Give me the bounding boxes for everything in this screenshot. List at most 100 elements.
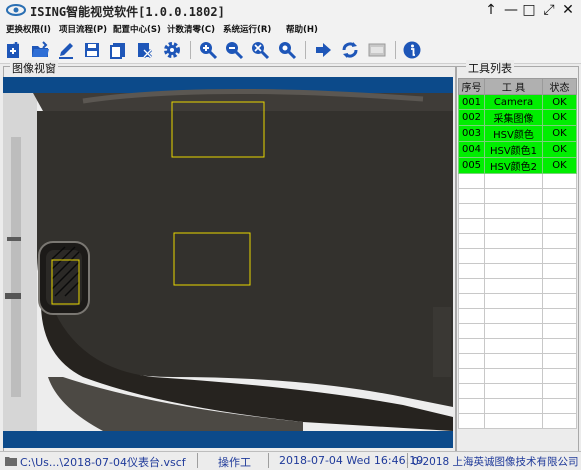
empty-cell [458,263,485,279]
window-title: ISING智能视觉软件[1.0.0.1802] [30,5,225,19]
table-row[interactable]: 002 采集图像 OK [458,109,577,126]
tool-list-header: 序号 工 具 状态 [458,78,577,95]
camera-image [3,77,453,448]
empty-cell [542,173,577,189]
status-separator [407,453,408,468]
row-tool: 采集图像 [484,109,543,126]
row-index: 003 [458,125,485,142]
empty-cell [458,233,485,249]
toolbar-separator [395,41,396,59]
empty-cell [542,293,577,309]
empty-cell [458,308,485,324]
empty-cell [458,323,485,339]
empty-cell [542,248,577,264]
zoom-fit-icon[interactable] [250,40,270,60]
empty-cell [458,203,485,219]
table-row-empty [458,338,577,354]
menu-help[interactable]: 帮助(H) [286,23,318,35]
empty-cell [542,203,577,219]
run-icon[interactable] [313,40,333,60]
empty-cell [542,398,577,414]
zoom-out-icon[interactable] [224,40,244,60]
menu-change-permission[interactable]: 更换权限(I) [6,23,51,35]
table-row-empty [458,293,577,309]
fullscreen-icon[interactable]: ⤢ [540,1,558,19]
empty-cell [542,368,577,384]
menu-reset-count[interactable]: 计数清零(C) [167,23,215,35]
toolbar-separator [305,41,306,59]
empty-cell [484,353,543,369]
row-index: 002 [458,109,485,126]
column-header-index: 序号 [458,78,485,95]
empty-cell [484,278,543,294]
table-row-empty [458,263,577,279]
row-tool: HSV颜色2 [484,157,543,174]
image-view-title: 图像视窗 [10,60,58,76]
info-icon[interactable] [402,40,422,60]
empty-cell [458,383,485,399]
menu-config-center[interactable]: 配置中心(S) [113,23,161,35]
table-row[interactable]: 005 HSV颜色2 OK [458,157,577,174]
save-as-icon[interactable] [108,40,128,60]
empty-cell [458,413,485,429]
row-index: 005 [458,157,485,174]
table-row-empty [458,323,577,339]
status-bar: C:\Us...\2018-07-04仪表台.vscf 操作工 2018-07-… [0,451,581,469]
refresh-icon[interactable] [340,40,360,60]
zoom-in-icon[interactable] [198,40,218,60]
table-row[interactable]: 003 HSV颜色 OK [458,125,577,142]
table-row-empty [458,218,577,234]
empty-cell [484,413,543,429]
new-icon[interactable] [4,40,24,60]
table-row-empty [458,353,577,369]
table-row-empty [458,308,577,324]
empty-cell [484,323,543,339]
restore-button[interactable]: □ [520,1,538,19]
table-row-empty [458,398,577,414]
empty-cell [458,338,485,354]
delete-icon[interactable] [134,40,154,60]
empty-cell [484,188,543,204]
status-separator [268,453,269,468]
table-row[interactable]: 001 Camera OK [458,94,577,110]
row-status: OK [542,109,577,126]
empty-cell [458,278,485,294]
table-row-empty [458,233,577,249]
settings-icon[interactable] [162,40,182,60]
grab-frame-icon[interactable] [367,40,387,60]
empty-cell [458,248,485,264]
close-button[interactable]: ✕ [559,1,577,19]
title-bar: ISING智能视觉软件[1.0.0.1802] ↑ — □ ⤢ ✕ [0,0,581,21]
row-status: OK [542,125,577,142]
edit-icon[interactable] [56,40,76,60]
row-tool: Camera [484,94,543,110]
zoom-actual-icon[interactable] [277,40,297,60]
menu-project-flow[interactable]: 项目流程(P) [59,23,107,35]
empty-cell [542,413,577,429]
empty-cell [484,383,543,399]
row-status: OK [542,157,577,174]
row-status: OK [542,141,577,158]
menu-system-run[interactable]: 系统运行(R) [223,23,271,35]
tool-list-title: 工具列表 [466,60,514,76]
arrow-up-icon[interactable]: ↑ [482,1,500,19]
image-canvas[interactable] [3,77,453,448]
empty-cell [484,248,543,264]
status-separator [197,453,198,468]
status-datetime: 2018-07-04 Wed 16:46:19 [279,454,424,467]
menu-bar: 更换权限(I) 项目流程(P) 配置中心(S) 计数清零(C) 系统运行(R) … [0,21,581,37]
empty-cell [542,218,577,234]
table-row-empty [458,278,577,294]
tool-list-table: 序号 工 具 状态 001 Camera OK 002 采集图像 OK 003 … [458,78,577,429]
empty-cell [542,353,577,369]
open-icon[interactable] [30,40,50,60]
empty-cell [542,383,577,399]
minimize-button[interactable]: — [502,1,520,19]
empty-cell [542,233,577,249]
empty-cell [458,368,485,384]
empty-cell [542,338,577,354]
save-icon[interactable] [82,40,102,60]
table-row[interactable]: 004 HSV颜色1 OK [458,141,577,158]
empty-cell [458,218,485,234]
row-index: 001 [458,94,485,110]
